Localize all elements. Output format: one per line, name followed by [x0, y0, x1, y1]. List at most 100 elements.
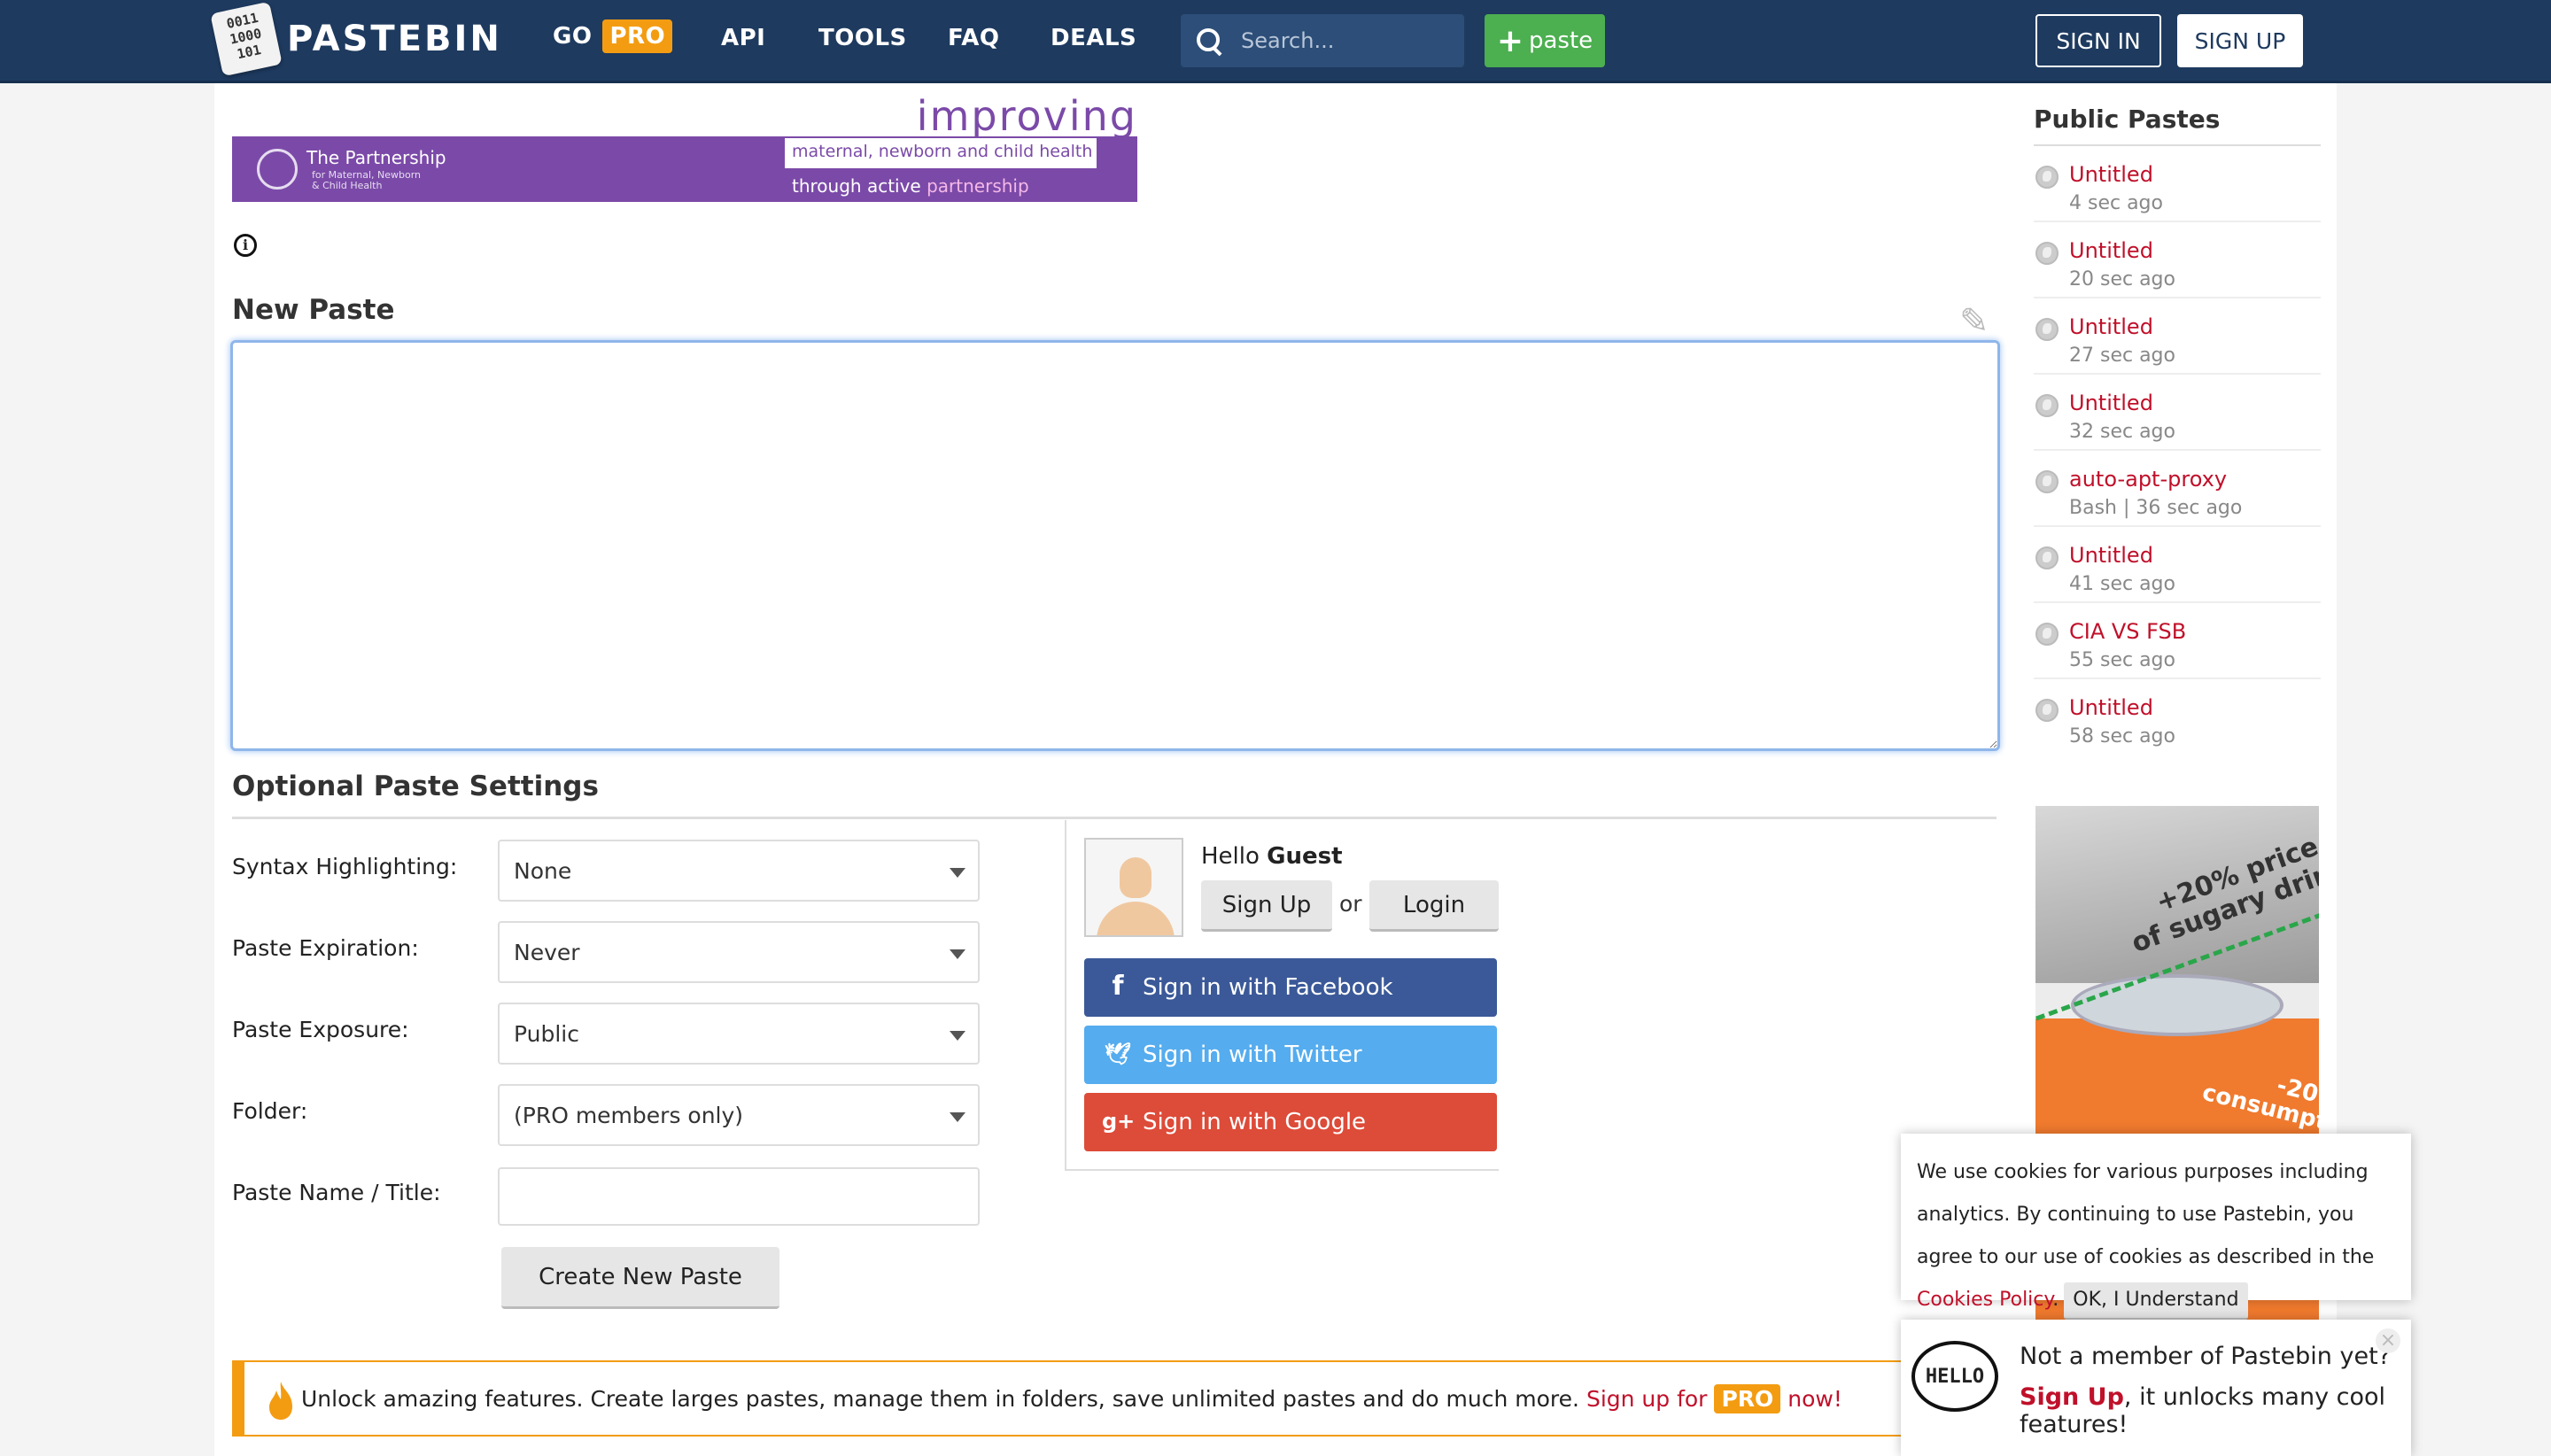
hello-guest: Hello Guest: [1201, 843, 1343, 870]
google-plus-icon: g+: [1102, 1109, 1136, 1134]
paste-meta: 55 sec ago: [2069, 649, 2175, 671]
paste-title-link[interactable]: Untitled: [2069, 238, 2321, 263]
public-paste-item[interactable]: Untitled 32 sec ago: [2034, 375, 2321, 451]
facebook-icon: f: [1112, 971, 1124, 1002]
google-sign-in-button[interactable]: g+ Sign in with Google: [1084, 1093, 1497, 1151]
pro-badge: PRO: [602, 19, 673, 53]
sign-up-button[interactable]: SIGN UP: [2177, 14, 2303, 67]
logo[interactable]: 0011 1000 101 PASTEBIN: [210, 1, 502, 77]
optional-settings-title: Optional Paste Settings: [232, 771, 599, 802]
logo-text: PASTEBIN: [287, 19, 502, 59]
partnership-logo-icon: [257, 149, 298, 190]
paste-meta: 58 sec ago: [2069, 725, 2175, 747]
banner-improving: improving: [916, 92, 1137, 140]
public-paste-item[interactable]: Untitled 20 sec ago: [2034, 222, 2321, 298]
popup-answer: Sign Up, it unlocks many cool features!: [2020, 1383, 2386, 1438]
public-paste-item[interactable]: Untitled 27 sec ago: [2034, 298, 2321, 375]
paste-meta: 32 sec ago: [2069, 421, 2175, 443]
cookie-notice: We use cookies for various purposes incl…: [1901, 1134, 2411, 1320]
globe-icon: [2035, 470, 2059, 493]
facebook-sign-in-button[interactable]: f Sign in with Facebook: [1084, 958, 1497, 1017]
sign-in-button[interactable]: SIGN IN: [2035, 14, 2161, 67]
public-paste-item[interactable]: Untitled 58 sec ago: [2034, 679, 2321, 755]
nav-tools[interactable]: TOOLS: [818, 25, 907, 51]
caret-down-icon: [950, 1112, 965, 1122]
banner-partner-sub: for Maternal, Newborn & Child Health: [312, 169, 422, 191]
banner-partner: The Partnership: [306, 147, 446, 168]
exposure-label: Paste Exposure:: [232, 1017, 409, 1042]
avatar: [1084, 838, 1183, 937]
or-text: or: [1339, 891, 1362, 917]
promo-signup-link[interactable]: Sign up for: [1586, 1386, 1708, 1412]
search-box: [1181, 14, 1464, 67]
paste-meta: 27 sec ago: [2069, 345, 2175, 367]
twitter-icon: 🕊: [1104, 1042, 1132, 1066]
paste-meta: 4 sec ago: [2069, 192, 2163, 214]
caret-down-icon: [950, 1031, 965, 1041]
promo-now-link[interactable]: now!: [1787, 1386, 1842, 1412]
nav-api[interactable]: API: [721, 25, 765, 51]
info-icon[interactable]: i: [234, 234, 257, 257]
sidebar-title: Public Pastes: [2034, 105, 2321, 146]
syntax-select[interactable]: None: [498, 840, 980, 902]
nav-faq[interactable]: FAQ: [948, 25, 1000, 51]
banner-through: through active partnership: [792, 175, 1029, 197]
paste-title-link[interactable]: Untitled: [2069, 314, 2321, 339]
guest-login-button[interactable]: Login: [1369, 880, 1499, 932]
paste-name-input[interactable]: [498, 1167, 980, 1226]
paste-title-link[interactable]: Untitled: [2069, 391, 2321, 415]
guest-sign-up-button[interactable]: Sign Up: [1201, 880, 1332, 932]
paste-title-link[interactable]: CIA VS FSB: [2069, 619, 2321, 644]
pencil-icon[interactable]: ✎: [1959, 301, 1997, 342]
globe-icon: [2035, 318, 2059, 341]
create-paste-button[interactable]: Create New Paste: [501, 1247, 779, 1309]
hello-bubble-icon: HELLO: [1911, 1341, 1998, 1412]
close-icon[interactable]: ×: [2376, 1328, 2400, 1353]
paste-meta: Bash | 36 sec ago: [2069, 497, 2243, 519]
paste-textarea[interactable]: [230, 340, 2000, 751]
nav-go-pro[interactable]: GO PRO: [553, 19, 673, 53]
paste-title-link[interactable]: Untitled: [2069, 543, 2321, 568]
new-paste-button[interactable]: + paste: [1485, 14, 1605, 67]
banner-ad[interactable]: The Partnership for Maternal, Newborn & …: [232, 96, 1137, 202]
folder-select[interactable]: (PRO members only): [498, 1084, 980, 1146]
paste-title-link[interactable]: auto-apt-proxy: [2069, 467, 2321, 492]
expiration-label: Paste Expiration:: [232, 935, 419, 961]
caret-down-icon: [950, 949, 965, 959]
public-paste-item[interactable]: Untitled 4 sec ago: [2034, 146, 2321, 222]
pro-badge: PRO: [1714, 1383, 1781, 1413]
paste-meta: 20 sec ago: [2069, 268, 2175, 290]
globe-icon: [2035, 166, 2059, 189]
globe-icon: [2035, 242, 2059, 265]
public-paste-item[interactable]: auto-apt-proxy Bash | 36 sec ago: [2034, 451, 2321, 527]
banner-maternal: maternal, newborn and child health: [792, 142, 1093, 161]
divider: [1065, 820, 1066, 1171]
expiration-select[interactable]: Never: [498, 921, 980, 983]
twitter-sign-in-button[interactable]: 🕊 Sign in with Twitter: [1084, 1026, 1497, 1084]
public-paste-item[interactable]: CIA VS FSB 55 sec ago: [2034, 603, 2321, 679]
paste-title-link[interactable]: Untitled: [2069, 162, 2321, 187]
pro-promo-bar: Unlock amazing features. Create larges p…: [232, 1360, 2057, 1437]
popup-signup-link[interactable]: Sign Up: [2020, 1383, 2124, 1411]
logo-icon: 0011 1000 101: [210, 1, 283, 77]
search-input[interactable]: [1241, 28, 1454, 53]
popup-question: Not a member of Pastebin yet?: [2020, 1343, 2391, 1370]
public-paste-item[interactable]: Untitled 41 sec ago: [2034, 527, 2321, 603]
cookies-policy-link[interactable]: Cookies Policy: [1917, 1289, 2052, 1311]
divider: [1065, 1169, 1499, 1171]
search-icon[interactable]: [1193, 25, 1225, 57]
divider: [232, 817, 1997, 819]
nav-deals[interactable]: DEALS: [1051, 25, 1136, 51]
syntax-label: Syntax Highlighting:: [232, 854, 458, 879]
top-navbar: 0011 1000 101 PASTEBIN GO PRO API TOOLS F…: [0, 0, 2551, 83]
exposure-select[interactable]: Public: [498, 1003, 980, 1065]
caret-down-icon: [950, 868, 965, 878]
paste-title-link[interactable]: Untitled: [2069, 695, 2321, 720]
name-label: Paste Name / Title:: [232, 1180, 441, 1205]
globe-icon: [2035, 394, 2059, 417]
plus-icon: +: [1496, 22, 1524, 59]
new-paste-title: New Paste: [232, 294, 395, 326]
public-pastes-sidebar: Public Pastes Untitled 4 sec ago Untitle…: [2034, 105, 2321, 755]
cookie-ok-button[interactable]: OK, I Understand: [2064, 1282, 2248, 1320]
paste-meta: 41 sec ago: [2069, 573, 2175, 595]
